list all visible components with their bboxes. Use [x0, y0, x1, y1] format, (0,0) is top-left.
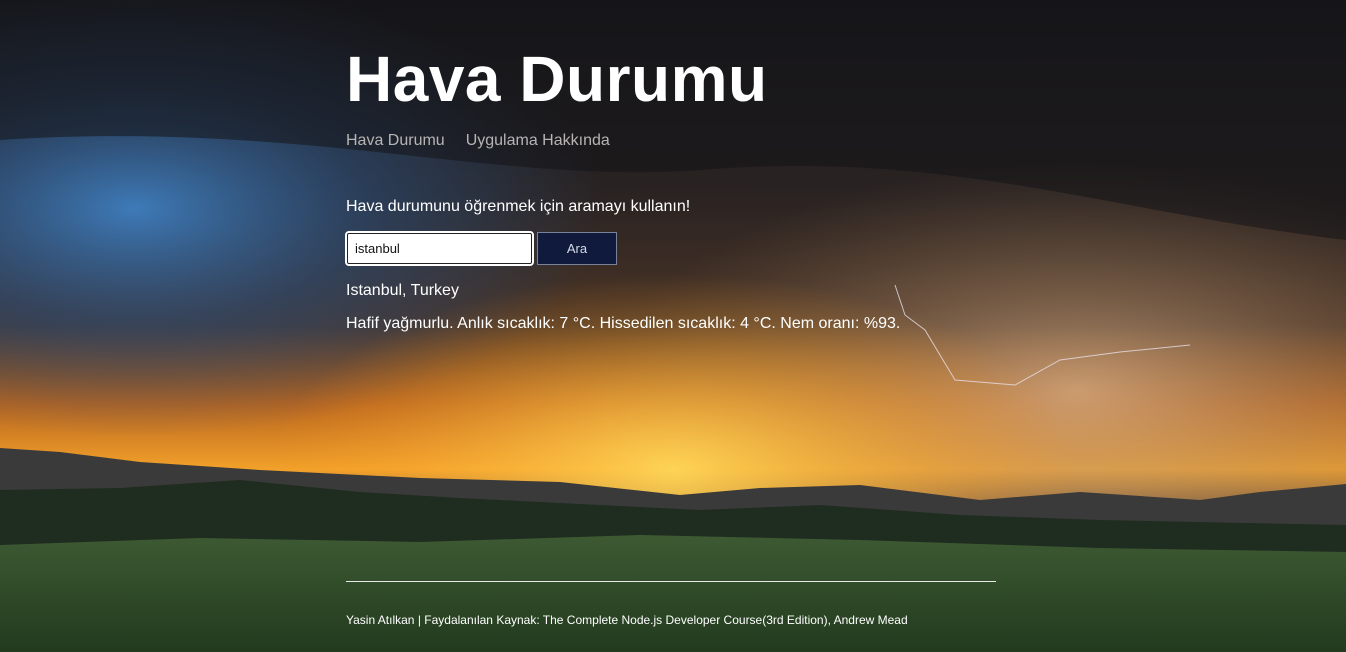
footer-credits: Yasin Atılkan | Faydalanılan Kaynak: The…: [346, 613, 908, 627]
nav-link-hava-durumu[interactable]: Hava Durumu: [346, 131, 445, 151]
page-title: Hava Durumu: [346, 43, 768, 115]
search-button[interactable]: Ara: [537, 232, 617, 265]
nav-link-uygulama-hakkinda[interactable]: Uygulama Hakkında: [466, 131, 610, 151]
search-prompt: Hava durumunu öğrenmek için aramayı kull…: [346, 198, 691, 215]
result-forecast: Hafif yağmurlu. Anlık sıcaklık: 7 °C. Hi…: [346, 315, 901, 332]
footer-divider: [346, 581, 996, 582]
main-nav: Hava Durumu Uygulama Hakkında: [346, 131, 610, 151]
search-form: Ara: [345, 231, 617, 266]
search-input[interactable]: [345, 231, 534, 266]
result-location: Istanbul, Turkey: [346, 282, 459, 299]
